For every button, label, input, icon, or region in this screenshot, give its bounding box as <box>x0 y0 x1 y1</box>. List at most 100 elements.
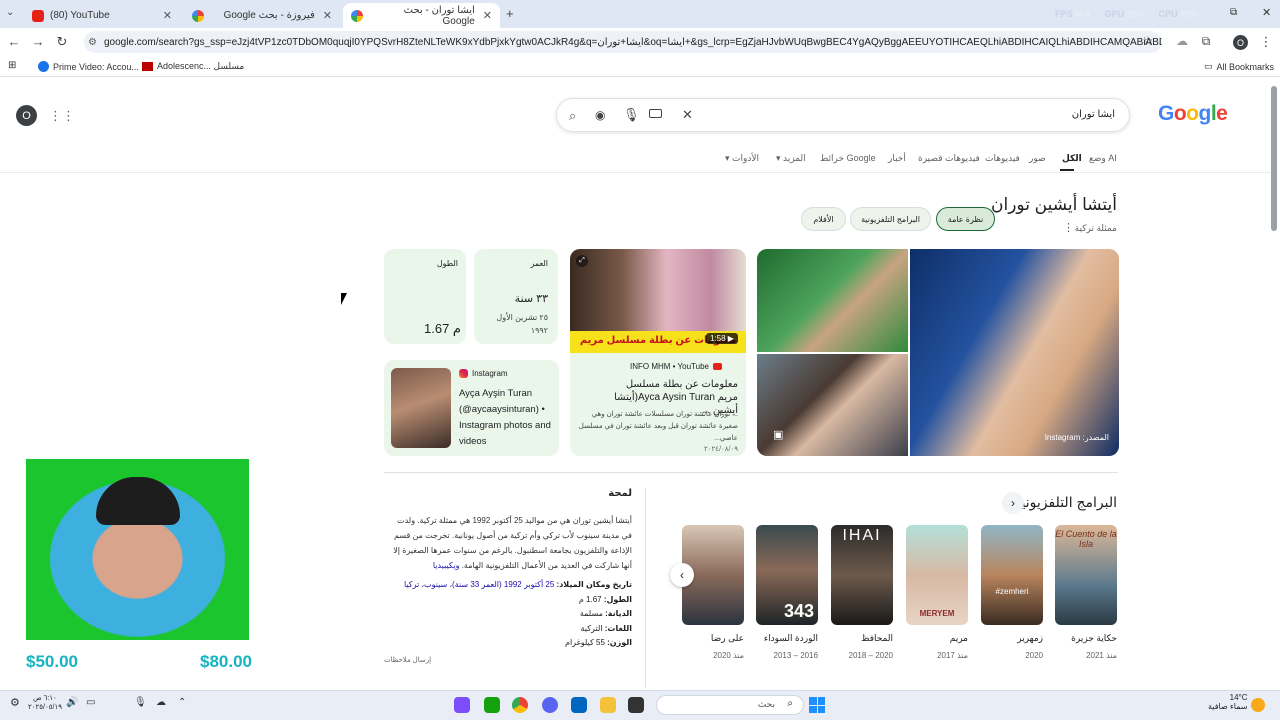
taskbar-search[interactable]: ⌕ بحث <box>656 695 804 715</box>
poster-text: El Cuento de la Isla <box>1055 529 1117 549</box>
show-poster[interactable]: IHAI <box>831 525 893 625</box>
network-icon[interactable]: ▭ <box>86 697 95 708</box>
feedback-link[interactable]: إرسال ملاحظات <box>384 656 431 664</box>
bookmark-star-icon[interactable]: ☆ <box>1140 34 1156 48</box>
search-icon[interactable]: ⌕ <box>569 108 576 124</box>
show-poster[interactable]: MERYEM <box>906 525 968 625</box>
image-green-dress[interactable] <box>757 249 908 352</box>
bookmark-prime[interactable]: Prime Video: Accou... <box>38 61 139 72</box>
keyboard-icon[interactable] <box>649 109 662 118</box>
more-options-icon[interactable]: ⋮ <box>1063 221 1074 234</box>
volume-icon[interactable]: 🔊 <box>66 697 78 708</box>
chip-overview[interactable]: نظرة عامة <box>936 207 995 231</box>
show-poster[interactable]: El Cuento de la Isla <box>1055 525 1117 625</box>
close-icon[interactable]: ✕ <box>323 9 332 22</box>
show-poster[interactable]: #zemheri <box>981 525 1043 625</box>
chip-movies[interactable]: الأفلام <box>801 207 846 231</box>
terminal-icon[interactable] <box>628 697 644 713</box>
wikipedia-link[interactable]: ويكيبيديا <box>433 561 460 570</box>
carousel-prev-icon[interactable]: ‹ <box>670 563 694 587</box>
address-bar[interactable]: ⚙ google.com/search?gs_ssp=eJzj4tVP1zc0T… <box>84 31 1162 53</box>
age-card[interactable]: العمر ٣٣ سنة ٢٥ تشرين الأول ١٩٩٢ <box>474 249 558 344</box>
show-title[interactable]: مريم <box>898 633 968 644</box>
video-date: ٢٠٢٤/٠٨/٠٩ <box>704 446 738 453</box>
menu-icon[interactable]: ⋮ <box>1258 34 1274 50</box>
tab-ai-mode[interactable]: وضع AI <box>1089 153 1117 164</box>
mic-icon[interactable]: 🎙 <box>623 107 640 123</box>
tab-images[interactable]: صور <box>1029 153 1046 164</box>
google-logo[interactable]: Google <box>1158 102 1228 126</box>
vpn-icon[interactable]: ☁ <box>1174 34 1190 48</box>
scrollbar-thumb[interactable] <box>1271 86 1277 231</box>
taskbar-search-label: بحث <box>757 699 775 709</box>
show-poster[interactable]: 343 <box>756 525 818 625</box>
expand-icon[interactable]: ⤢ <box>576 255 588 267</box>
show-years: 2018 – 2020 <box>848 651 894 660</box>
instagram-thumbnail <box>391 368 451 448</box>
mic-tray-icon[interactable]: 🎙 <box>134 697 147 708</box>
close-icon[interactable]: ✕ <box>483 9 492 22</box>
taskbar-app-icon[interactable] <box>484 697 500 713</box>
restore-icon[interactable]: ⧉ <box>1230 7 1237 18</box>
all-bookmarks[interactable]: ▭ All Bookmarks <box>1204 61 1274 72</box>
weather[interactable]: 14°C سماء صافية <box>1208 693 1248 711</box>
show-title[interactable]: حكاية جزيرة <box>1047 633 1117 644</box>
instagram-link[interactable]: Ayça Ayşin Turan (@aycaaysinturan) • Ins… <box>459 386 555 450</box>
store-icon[interactable] <box>571 697 587 713</box>
tab-all[interactable]: الكل <box>1062 153 1082 164</box>
chrome-taskbar-icon[interactable] <box>512 697 528 713</box>
show-title[interactable]: المحافظ <box>823 633 893 644</box>
extensions-icon[interactable]: ⧉ <box>1198 34 1214 49</box>
forward-icon[interactable]: → <box>30 34 46 49</box>
video-card[interactable]: معلومات عن بطلة مسلسل مريم 1:58 ▶ ⤢ INFO… <box>570 249 746 456</box>
tab-fairouz[interactable]: فيروزة - بحث Google ✕ <box>184 3 340 28</box>
file-explorer-icon[interactable] <box>600 697 616 713</box>
height-card[interactable]: الطول 1.67 م <box>384 249 466 344</box>
clear-icon[interactable]: ✕ <box>682 107 693 123</box>
height-label: الطول <box>436 259 458 268</box>
tab-search-icon[interactable]: ⌄ <box>6 7 14 18</box>
bookmark-adolescence[interactable]: Adolescenc... مسلسل <box>142 61 244 72</box>
search-box[interactable]: ⌕ ◉ 🎙 ✕ ايشا توران <box>556 98 1130 132</box>
video-thumbnail[interactable]: معلومات عن بطلة مسلسل مريم 1:58 ▶ ⤢ <box>570 249 746 353</box>
tab-maps[interactable]: خرائط Google <box>820 153 876 164</box>
back-icon[interactable]: ← <box>6 34 22 49</box>
new-tab-icon[interactable]: + <box>506 6 514 21</box>
onedrive-icon[interactable]: ☁ <box>156 697 166 708</box>
tab-more[interactable]: ▾ المزيد <box>776 153 806 164</box>
close-icon[interactable]: ✕ <box>163 9 172 22</box>
tab-news[interactable]: أخبار <box>888 153 906 164</box>
image-portrait[interactable]: ▣ <box>757 354 908 456</box>
age-label: العمر <box>530 259 548 268</box>
profile-avatar[interactable]: O <box>1233 35 1248 50</box>
image-credit[interactable]: المصدر: Instagram <box>1045 433 1109 442</box>
tray-chevron-icon[interactable]: ⌃ <box>178 697 186 708</box>
clock[interactable]: ٦:١٠ ص ٢٠٢٥/٠٥/١٩ <box>28 694 62 712</box>
instagram-card[interactable]: Instagram Ayça Ayşin Turan (@aycaaysintu… <box>384 360 559 456</box>
start-icon[interactable] <box>809 697 825 713</box>
tab-tools[interactable]: ▾ الأدوات <box>725 153 759 164</box>
site-info-icon[interactable]: ⚙ <box>88 37 97 48</box>
settings-icon[interactable]: ⚙ <box>10 696 20 709</box>
taskbar-app-icon[interactable] <box>454 697 470 713</box>
tab-videos[interactable]: فيديوهات <box>985 153 1020 164</box>
window-close-icon[interactable]: ✕ <box>1262 6 1271 19</box>
reload-icon[interactable]: ↻ <box>54 34 70 50</box>
google-apps-icon[interactable]: ⋮⋮ <box>49 108 75 124</box>
tab-youtube[interactable]: (80) YouTube ✕ <box>24 3 180 28</box>
image-main[interactable]: المصدر: Instagram <box>910 249 1119 456</box>
tab-active-search[interactable]: ايشا توران - بحث Google ✕ <box>343 3 500 28</box>
search-icon: ⌕ <box>787 698 793 709</box>
image-gallery-icon[interactable]: ▣ <box>773 428 783 441</box>
chip-tv-shows[interactable]: البرامج التلفزيونية <box>850 207 931 231</box>
lens-icon[interactable]: ◉ <box>595 108 605 122</box>
chevron-right-icon[interactable]: › <box>1002 492 1024 514</box>
account-avatar[interactable]: O <box>16 105 37 126</box>
show-title[interactable]: على رضا <box>674 633 744 644</box>
tab-short-videos[interactable]: فيديوهات قصيرة <box>918 153 980 164</box>
search-input[interactable]: ايشا توران <box>1072 109 1115 120</box>
discord-icon[interactable] <box>542 697 558 713</box>
apps-icon[interactable]: ⊞ <box>8 60 16 71</box>
show-title[interactable]: الوردة السوداء <box>748 633 818 644</box>
show-title[interactable]: زمهرير <box>973 633 1043 644</box>
